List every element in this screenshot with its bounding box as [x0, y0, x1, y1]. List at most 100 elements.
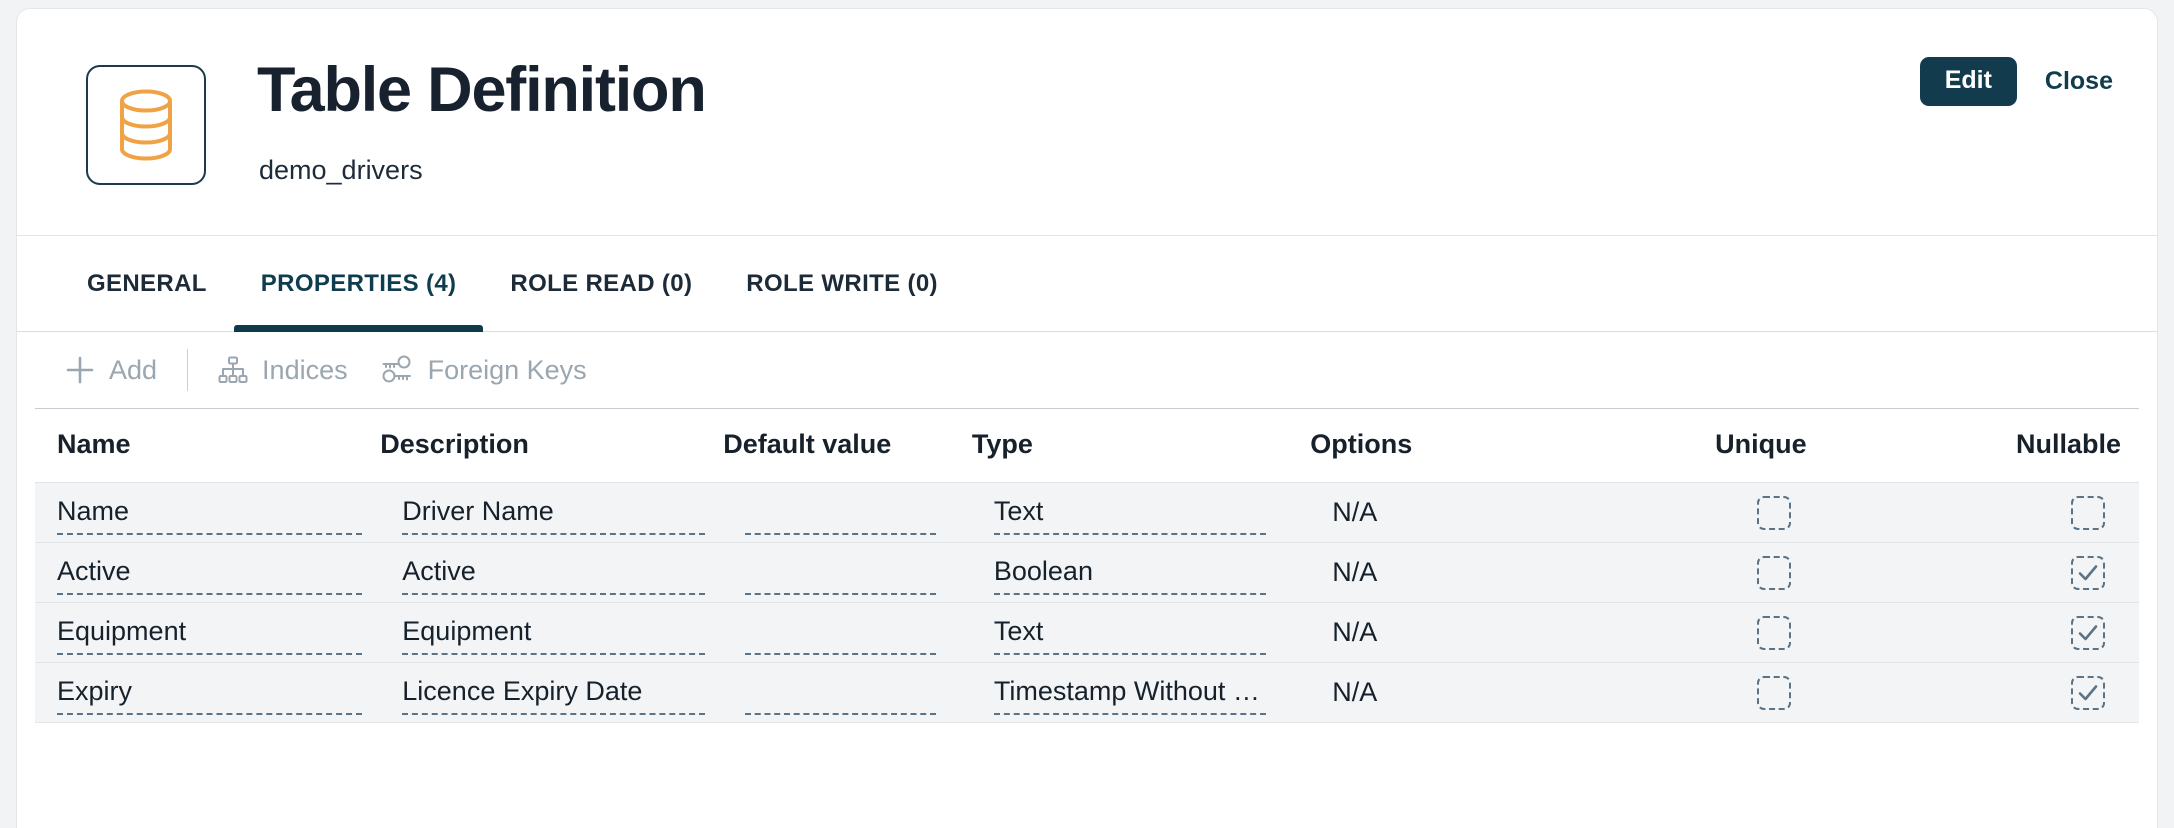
- table-row: Name Driver Name Text N/A: [35, 482, 2139, 543]
- name-field[interactable]: Name: [57, 491, 363, 535]
- cell-description: Licence Expiry Date: [380, 663, 723, 723]
- column-header-name: Name: [35, 408, 381, 483]
- unique-checkbox[interactable]: [1756, 615, 1791, 650]
- check-icon: [2078, 564, 2098, 580]
- default-value-field[interactable]: [745, 551, 936, 595]
- description-field[interactable]: Equipment: [402, 611, 706, 655]
- name-field[interactable]: Active: [57, 551, 363, 595]
- cell-name: Expiry: [35, 663, 380, 723]
- cell-type: Text: [972, 483, 1310, 543]
- default-value-field[interactable]: [745, 611, 936, 655]
- default-value-field[interactable]: [745, 671, 936, 715]
- options-value: N/A: [1332, 617, 1378, 647]
- tab-role-read[interactable]: ROLE READ (0): [483, 236, 719, 332]
- sitemap-icon: [218, 356, 248, 384]
- indices-button[interactable]: Indices: [216, 350, 350, 390]
- indices-label: Indices: [262, 354, 348, 385]
- table-header-row: Name Description Default value Type Opti…: [35, 408, 2139, 483]
- tab-general[interactable]: GENERAL: [87, 236, 234, 332]
- column-header-nullable: Nullable: [1892, 408, 2139, 483]
- default-value-field[interactable]: [745, 491, 936, 535]
- type-field[interactable]: Text: [993, 611, 1267, 655]
- cell-description: Driver Name: [380, 483, 723, 543]
- cell-unique: [1646, 603, 1892, 663]
- options-value: N/A: [1332, 677, 1378, 707]
- table-row: Expiry Licence Expiry Date Timestamp Wit…: [35, 662, 2139, 723]
- type-field[interactable]: Text: [993, 491, 1267, 535]
- cell-options: N/A: [1310, 483, 1646, 543]
- unique-checkbox[interactable]: [1756, 495, 1791, 530]
- cell-nullable: [1893, 663, 2139, 723]
- cell-nullable: [1893, 543, 2139, 603]
- cell-unique: [1646, 483, 1892, 543]
- description-field[interactable]: Driver Name: [402, 491, 706, 535]
- cell-description: Equipment: [380, 603, 723, 663]
- cell-name: Name: [35, 483, 380, 543]
- column-header-unique: Unique: [1646, 408, 1893, 483]
- header-actions: Edit Close: [1919, 57, 2119, 106]
- table-definition-card: Table Definition demo_drivers Edit Close…: [16, 8, 2158, 828]
- properties-toolbar: Add Indices Foreign Keys: [17, 332, 2157, 408]
- app-root: Table Definition demo_drivers Edit Close…: [0, 0, 2174, 828]
- nullable-checkbox[interactable]: [2071, 495, 2105, 530]
- check-icon: [2078, 624, 2098, 640]
- database-icon: [86, 65, 206, 185]
- cell-type: Text: [972, 603, 1310, 663]
- options-value: N/A: [1332, 497, 1378, 527]
- cell-type: Boolean: [972, 543, 1310, 603]
- properties-table: Name Description Default value Type Opti…: [35, 408, 2139, 723]
- cell-nullable: [1893, 483, 2139, 543]
- plus-icon: [65, 355, 95, 385]
- add-button[interactable]: Add: [63, 349, 159, 391]
- keys-icon: [380, 355, 414, 385]
- add-label: Add: [109, 354, 158, 385]
- cell-default-value: [723, 543, 972, 603]
- cell-unique: [1646, 663, 1892, 723]
- unique-checkbox[interactable]: [1756, 555, 1791, 590]
- table-row: Active Active Boolean N/A: [35, 542, 2139, 603]
- toolbar-divider: [187, 349, 189, 391]
- column-header-default-value: Default value: [723, 408, 972, 483]
- tab-bar: GENERAL PROPERTIES (4) ROLE READ (0) ROL…: [17, 236, 2157, 332]
- cell-options: N/A: [1310, 663, 1646, 723]
- table-header: Name Description Default value Type Opti…: [35, 408, 2139, 483]
- column-header-description: Description: [380, 408, 724, 483]
- nullable-checkbox[interactable]: [2071, 615, 2105, 650]
- table-name-subtitle: demo_drivers: [259, 155, 423, 185]
- cell-default-value: [723, 663, 972, 723]
- cell-type: Timestamp Without …: [972, 663, 1310, 723]
- foreign-keys-button[interactable]: Foreign Keys: [378, 349, 589, 391]
- name-field[interactable]: Expiry: [57, 671, 363, 715]
- page-title: Table Definition: [257, 55, 707, 125]
- type-field[interactable]: Timestamp Without …: [993, 671, 1267, 715]
- type-field[interactable]: Boolean: [993, 551, 1267, 595]
- description-field[interactable]: Active: [402, 551, 706, 595]
- tab-properties[interactable]: PROPERTIES (4): [233, 236, 484, 332]
- cell-default-value: [723, 603, 972, 663]
- foreign-keys-label: Foreign Keys: [427, 354, 587, 385]
- description-field[interactable]: Licence Expiry Date: [402, 671, 706, 715]
- options-value: N/A: [1332, 557, 1378, 587]
- column-header-type: Type: [971, 408, 1311, 483]
- cell-unique: [1646, 543, 1892, 603]
- table-body: Name Driver Name Text N/A Active Active …: [35, 482, 2139, 723]
- nullable-checkbox[interactable]: [2071, 675, 2105, 710]
- cell-nullable: [1893, 603, 2139, 663]
- cell-name: Active: [35, 543, 380, 603]
- cell-default-value: [723, 483, 972, 543]
- nullable-checkbox[interactable]: [2071, 555, 2105, 590]
- close-button[interactable]: Close: [2039, 61, 2119, 102]
- table-row: Equipment Equipment Text N/A: [35, 602, 2139, 663]
- cell-options: N/A: [1310, 603, 1646, 663]
- check-icon: [2078, 684, 2098, 700]
- column-header-options: Options: [1310, 408, 1647, 483]
- edit-button[interactable]: Edit: [1919, 57, 2017, 106]
- cell-name: Equipment: [35, 603, 380, 663]
- cell-options: N/A: [1310, 543, 1646, 603]
- name-field[interactable]: Equipment: [57, 611, 363, 655]
- card-header: Table Definition demo_drivers Edit Close: [17, 9, 2157, 236]
- properties-table-wrapper: Name Description Default value Type Opti…: [17, 408, 2157, 723]
- cell-description: Active: [380, 543, 723, 603]
- unique-checkbox[interactable]: [1756, 675, 1791, 710]
- tab-role-write[interactable]: ROLE WRITE (0): [719, 236, 965, 332]
